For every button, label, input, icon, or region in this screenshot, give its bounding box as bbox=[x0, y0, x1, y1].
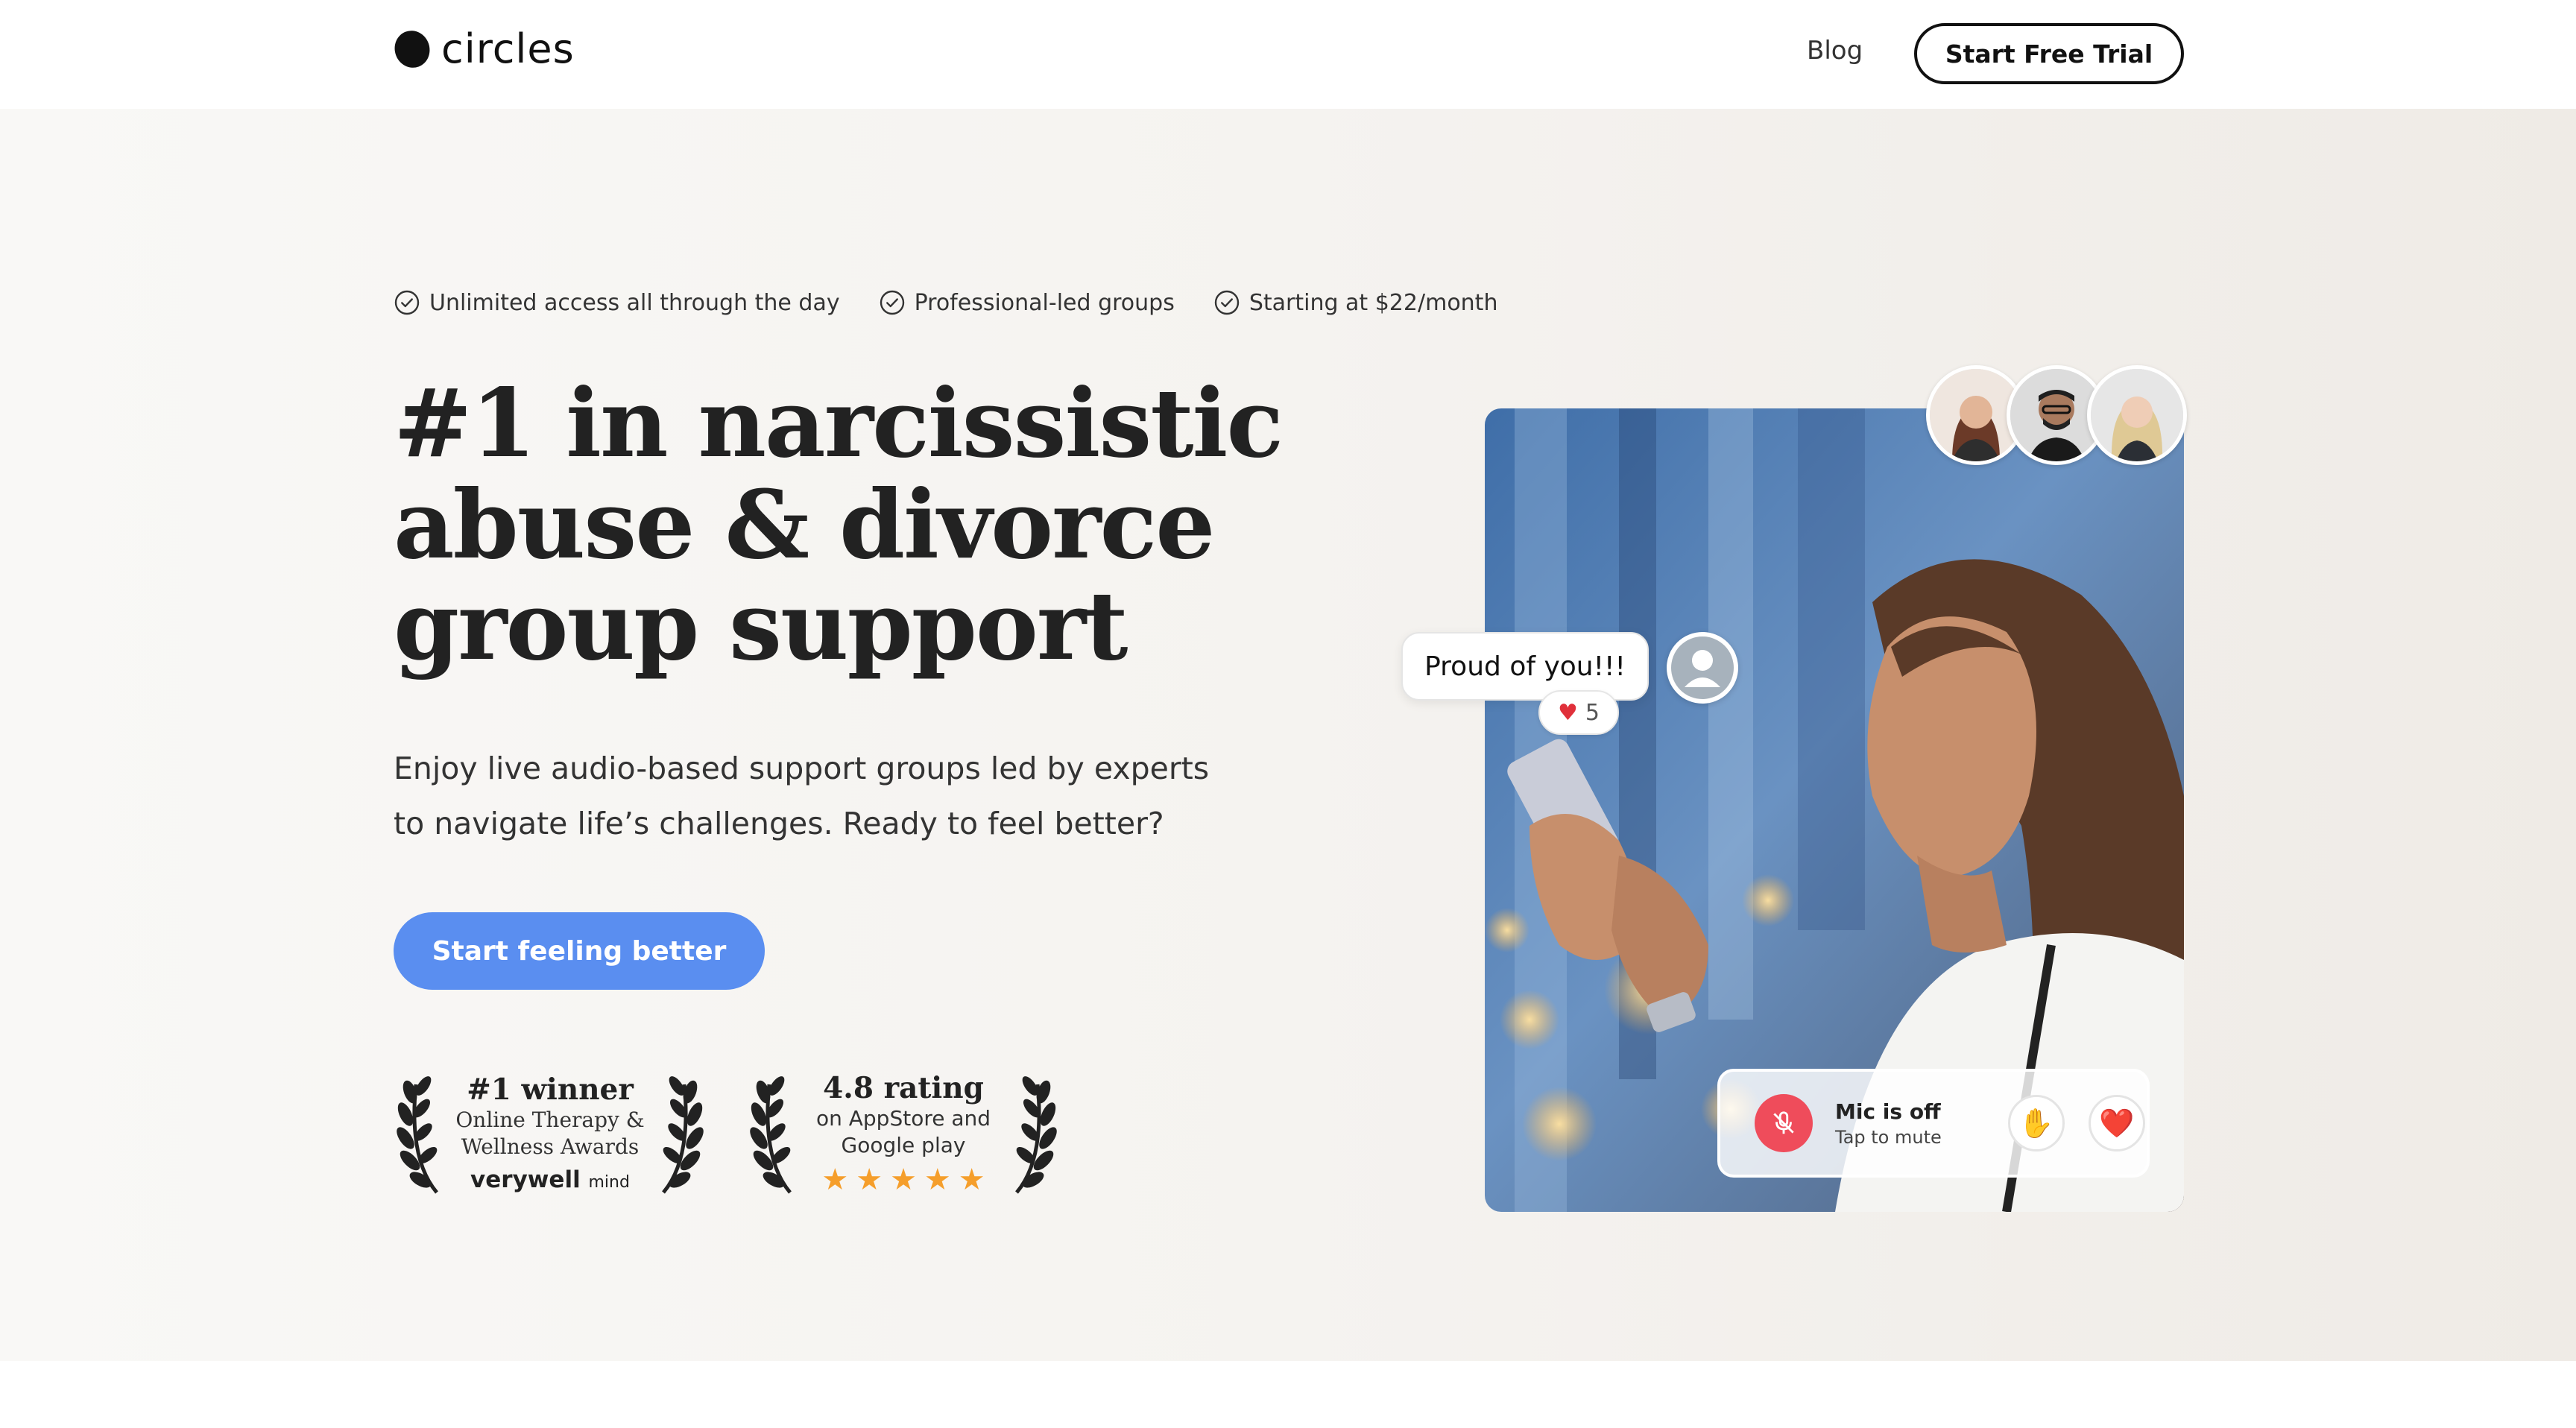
site-header: circles Blog Start Free Trial bbox=[0, 0, 2576, 109]
perk-label: Unlimited access all through the day bbox=[429, 289, 840, 316]
perks-list: Unlimited access all through the day Pro… bbox=[394, 289, 1536, 316]
laurel-right-icon bbox=[662, 1076, 704, 1194]
raise-hand-button[interactable]: ✋ bbox=[2008, 1095, 2065, 1151]
logo-mark-icon bbox=[389, 25, 435, 72]
mic-status-title: Mic is off bbox=[1835, 1099, 1941, 1124]
reaction-count: 5 bbox=[1585, 699, 1600, 726]
laurel-right-icon bbox=[1015, 1076, 1057, 1194]
star-icon: ★ bbox=[821, 1163, 849, 1197]
mic-control-panel: Mic is off Tap to mute ✋ ❤️ bbox=[1717, 1069, 2150, 1178]
headline-line: group support bbox=[394, 571, 1128, 681]
chat-bubble: Proud of you!!! bbox=[1401, 632, 1649, 701]
award-line: Online Therapy & bbox=[455, 1108, 645, 1132]
perk-label: Professional-led groups bbox=[914, 289, 1175, 316]
brand-light: mind bbox=[588, 1173, 630, 1192]
subtext-line: to navigate life’s challenges. Ready to … bbox=[394, 806, 1164, 841]
logo-text: circles bbox=[441, 25, 575, 72]
nav-blog-link[interactable]: Blog bbox=[1807, 36, 1863, 66]
mic-toggle-button[interactable] bbox=[1755, 1094, 1813, 1152]
rating-badge: 4.8 rating on AppStore and Google play ★… bbox=[747, 1066, 1060, 1200]
perk-label: Starting at $22/month bbox=[1248, 289, 1498, 316]
check-circle-icon bbox=[394, 290, 420, 315]
star-rating: ★ ★ ★ ★ ★ bbox=[806, 1165, 1000, 1195]
rating-title: 4.8 rating bbox=[823, 1071, 984, 1105]
logo[interactable]: circles bbox=[389, 25, 575, 72]
rating-line: on AppStore and bbox=[815, 1106, 991, 1131]
brand-bold: verywell bbox=[470, 1166, 581, 1193]
award-winner-badge: #1 winner Online Therapy & Wellness Awar… bbox=[394, 1066, 707, 1200]
mic-off-icon bbox=[1773, 1111, 1794, 1134]
mic-status-subtitle: Tap to mute bbox=[1835, 1126, 1942, 1148]
mic-status: Mic is off Tap to mute bbox=[1835, 1099, 1984, 1148]
award-text: #1 winner Online Therapy & Wellness Awar… bbox=[453, 1072, 647, 1193]
start-free-trial-button[interactable]: Start Free Trial bbox=[1914, 23, 2184, 84]
laurel-left-icon bbox=[750, 1076, 792, 1194]
award-title: #1 winner bbox=[467, 1072, 634, 1107]
user-avatar-icon bbox=[1667, 632, 1738, 704]
start-feeling-better-button[interactable]: Start feeling better bbox=[394, 912, 765, 990]
perk-item: Professional-led groups bbox=[879, 289, 1175, 316]
heart-reaction[interactable]: ♥ 5 bbox=[1538, 690, 1619, 735]
avatar bbox=[2087, 365, 2187, 465]
star-icon: ★ bbox=[890, 1163, 917, 1197]
rating-line: Google play bbox=[841, 1133, 966, 1157]
star-icon: ★ bbox=[958, 1163, 985, 1197]
verywell-mind-logo: verywell mind bbox=[453, 1166, 647, 1193]
laurel-left-icon bbox=[397, 1076, 438, 1194]
headline-line: abuse & divorce bbox=[394, 470, 1215, 580]
check-circle-icon bbox=[1214, 290, 1240, 315]
headline-line: #1 in narcissistic bbox=[394, 368, 1284, 478]
subtext-line: Enjoy live audio-based support groups le… bbox=[394, 751, 1210, 786]
award-line: Wellness Awards bbox=[461, 1134, 640, 1159]
perk-item: Starting at $22/month bbox=[1213, 289, 1498, 316]
avatar-group bbox=[1926, 365, 2187, 465]
star-icon: ★ bbox=[856, 1163, 883, 1197]
heart-icon: ❤️ bbox=[2099, 1106, 2135, 1140]
perk-item: Unlimited access all through the day bbox=[394, 289, 840, 316]
hero-headline: #1 in narcissistic abuse & divorce group… bbox=[394, 373, 1288, 677]
check-circle-icon bbox=[880, 290, 904, 315]
star-icon: ★ bbox=[924, 1163, 951, 1197]
rating-text: 4.8 rating on AppStore and Google play ★… bbox=[806, 1071, 1000, 1195]
heart-react-button[interactable]: ❤️ bbox=[2089, 1095, 2145, 1151]
raise-hand-icon: ✋ bbox=[2018, 1106, 2054, 1140]
hero-subtext: Enjoy live audio-based support groups le… bbox=[394, 741, 1243, 851]
heart-icon: ♥ bbox=[1558, 699, 1578, 726]
